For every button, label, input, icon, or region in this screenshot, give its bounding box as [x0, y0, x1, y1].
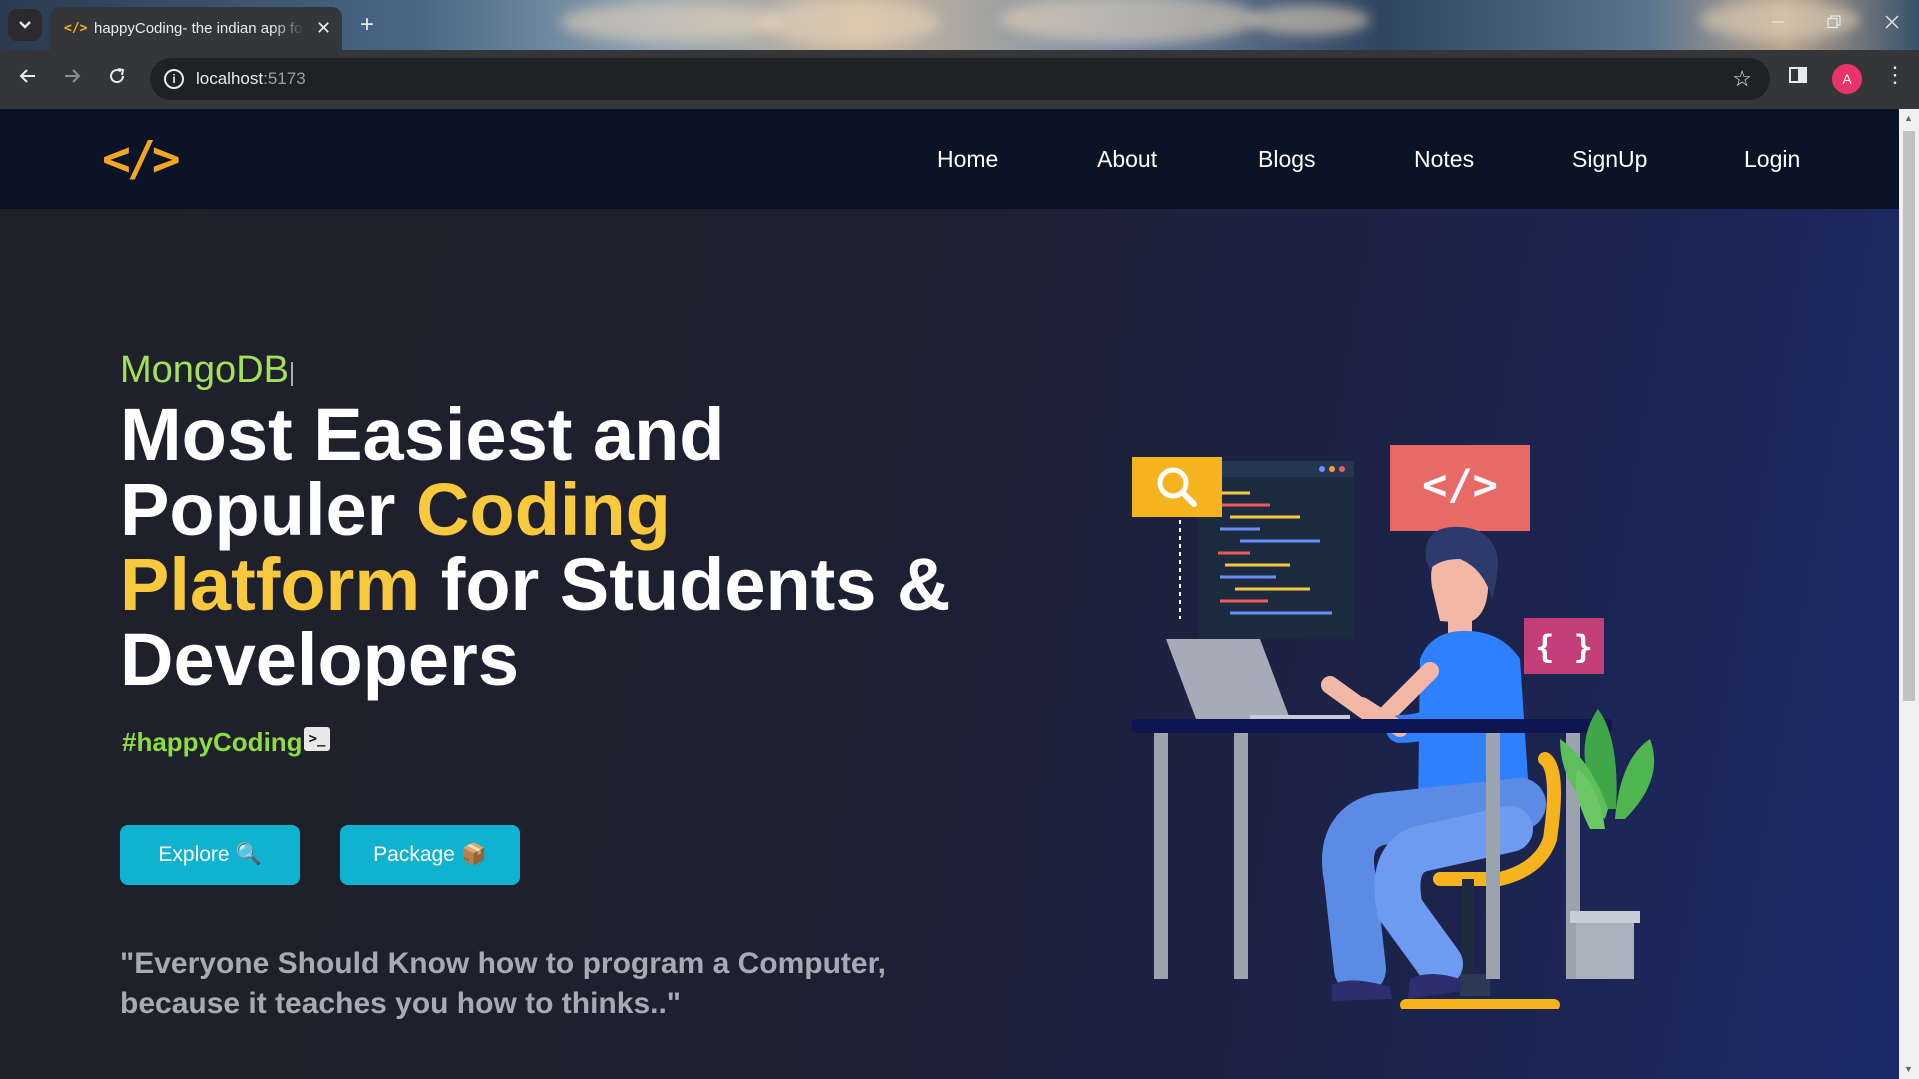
tab-title: happyCoding- the indian app for coders [94, 20, 304, 37]
nav-link-blogs[interactable]: Blogs [1258, 146, 1316, 173]
developer-illustration: </> { } [1132, 445, 1655, 1009]
nav-link-home[interactable]: Home [937, 146, 998, 173]
browser-toolbar: i localhost:5173 ☆ A ⋮ [0, 50, 1919, 109]
minimize-button[interactable] [1758, 10, 1798, 40]
browser-tab-strip: </> happyCoding- the indian app for code… [0, 0, 1919, 50]
explore-button[interactable]: Explore 🔍 [120, 825, 300, 885]
side-panel-icon[interactable] [1788, 65, 1808, 91]
scroll-up-arrow[interactable]: ▲ [1904, 113, 1913, 123]
close-window-button[interactable] [1872, 10, 1912, 40]
reload-button[interactable] [101, 63, 133, 95]
reload-icon [110, 68, 125, 84]
scrollbar-thumb[interactable] [1903, 131, 1915, 701]
hero-headline: Most Easiest and Populer Coding Platform… [120, 397, 1000, 697]
hashtag-label: #happyCoding [122, 727, 303, 757]
url-port: :5173 [263, 69, 306, 88]
typing-caret [290, 362, 293, 386]
site-navbar: </> Home About Blogs Notes SignUp Login [0, 109, 1899, 209]
nav-link-signup[interactable]: SignUp [1572, 146, 1647, 173]
minimize-icon [1772, 21, 1784, 23]
nav-link-notes[interactable]: Notes [1414, 146, 1474, 173]
headline-line-1: Most Easiest and [120, 393, 725, 476]
page-scrollbar[interactable]: ▲ ▼ [1899, 109, 1919, 1079]
headline-line-4: Developers [120, 618, 519, 701]
headline-line-3: for Students & [420, 543, 951, 626]
arrow-right-icon [65, 69, 81, 83]
code-tag-badge: </> [1390, 445, 1530, 531]
kicker-text: MongoDB [120, 349, 289, 391]
profile-avatar[interactable]: A [1832, 64, 1862, 94]
chevron-down-icon [19, 21, 31, 29]
info-icon[interactable]: i [164, 69, 184, 89]
package-button[interactable]: Package 📦 [340, 825, 520, 885]
tab-search-button[interactable] [8, 9, 42, 41]
quote-line-2: because it teaches you how to thinks.." [120, 987, 682, 1020]
plus-icon: + [359, 11, 374, 38]
quote-line-1: "Everyone Should Know how to program a C… [120, 947, 886, 980]
new-tab-button[interactable]: + [352, 10, 382, 40]
url-host: localhost [196, 69, 264, 88]
headline-highlight-platform: Platform [120, 543, 421, 626]
typing-kicker: MongoDB [120, 349, 293, 392]
nav-link-about[interactable]: About [1097, 146, 1157, 173]
sky-cloud [1000, 0, 1260, 43]
forward-button[interactable] [56, 63, 88, 95]
restore-button[interactable] [1814, 10, 1854, 40]
search-badge [1132, 457, 1222, 517]
braces-badge-text: { } [1535, 628, 1593, 666]
tab-favicon: </> [64, 21, 88, 36]
nav-link-login[interactable]: Login [1744, 146, 1800, 173]
code-badge-text: </> [1422, 460, 1498, 509]
site-logo[interactable]: </> [102, 131, 181, 187]
sky-cloud [760, 0, 940, 45]
hero-quote: "Everyone Should Know how to program a C… [120, 944, 1020, 1024]
restore-icon [1827, 15, 1841, 29]
scroll-down-arrow[interactable]: ▼ [1904, 1064, 1913, 1074]
headline-highlight-coding: Coding [416, 468, 671, 551]
page-viewport: </> Home About Blogs Notes SignUp Login … [0, 109, 1899, 1079]
sky-cloud [560, 2, 780, 42]
headline-line-2: Populer [120, 468, 417, 551]
close-icon [1885, 15, 1899, 29]
arrow-left-icon [19, 69, 35, 83]
back-button[interactable] [12, 63, 44, 95]
terminal-icon: >_ [304, 727, 330, 751]
address-bar[interactable]: i localhost:5173 ☆ [150, 58, 1770, 100]
sky-cloud [1250, 5, 1370, 35]
more-vert-icon[interactable]: ⋮ [1884, 62, 1906, 88]
close-icon[interactable]: ✕ [316, 18, 331, 39]
star-icon[interactable]: ☆ [1732, 66, 1752, 92]
browser-tab[interactable]: </> happyCoding- the indian app for code… [50, 7, 342, 50]
braces-badge: { } [1524, 618, 1604, 674]
url-text[interactable]: localhost:5173 [196, 69, 306, 89]
